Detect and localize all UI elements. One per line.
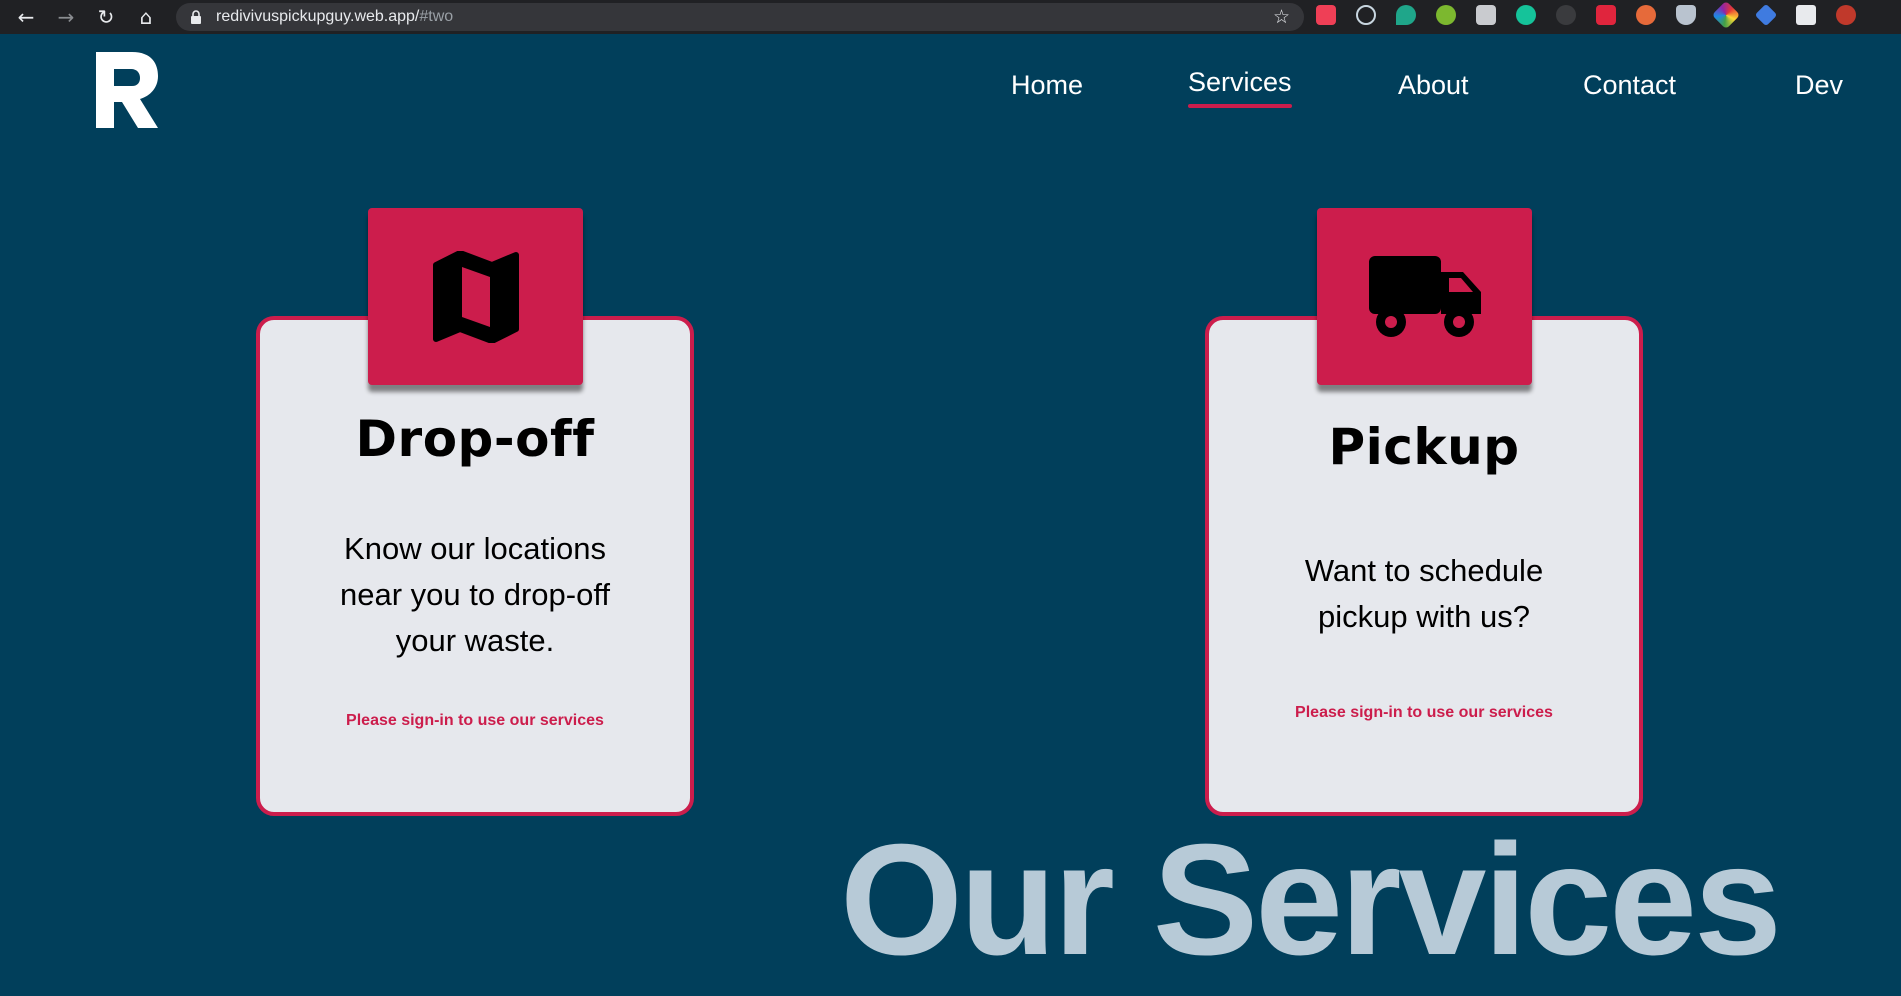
site-logo[interactable] [92,50,162,130]
video-extension-icon[interactable] [1596,5,1616,25]
address-bar[interactable]: redivivuspickupguy.web.app/ #two ☆ [176,3,1304,31]
forward-arrow-icon: → [57,5,75,29]
extensions-puzzle-icon[interactable] [1796,5,1816,25]
recycle-extension-icon[interactable] [1556,5,1576,25]
marker-extension-icon[interactable] [1396,5,1416,25]
cube-extension-icon[interactable] [1754,3,1778,27]
profile-avatar[interactable] [1836,5,1856,25]
extensions-bar [1316,0,1876,30]
home-button[interactable]: ⌂ [126,0,166,34]
nav-about-link[interactable]: About [1398,70,1469,101]
home-icon: ⌂ [139,5,153,29]
truck-icon [1368,255,1481,337]
dropoff-description: Know our locations near you to drop-off … [340,531,610,658]
nav-home-link[interactable]: Home [1011,70,1083,101]
dropoff-title: Drop-off [355,410,595,468]
url-host: redivivuspickupguy.web.app/ [216,8,420,25]
back-button[interactable]: ← [6,0,46,34]
reload-icon: ↻ [97,5,115,29]
eyes-extension-icon[interactable] [1636,5,1656,25]
reload-button[interactable]: ↻ [86,0,126,34]
react-devtools-extension-icon[interactable] [1356,5,1376,25]
plus-extension-icon[interactable] [1436,5,1456,25]
section-title: Our Services [840,812,1782,988]
bookmark-star-icon[interactable]: ☆ [1273,6,1290,29]
back-arrow-icon: ← [17,5,35,29]
color-picker-extension-icon[interactable] [1711,0,1741,30]
pickup-title: Pickup [1328,418,1520,476]
pickup-description: Want to schedule pickup with us? [1304,553,1544,634]
pickup-service-card[interactable]: Pickup Want to schedule pickup with us? … [1205,208,1643,816]
grammarly-extension-icon[interactable] [1516,5,1536,25]
dropoff-service-card[interactable]: Drop-off Know our locations near you to … [256,208,694,816]
nav-services-link[interactable]: Services [1188,67,1292,108]
reader-extension-icon[interactable] [1476,5,1496,25]
pickup-badge [1317,208,1532,385]
url-path: #two [419,8,454,25]
browser-toolbar: ← → ↻ ⌂ redivivuspickupguy.web.app/ #two… [0,0,1901,34]
nav-dev-link[interactable]: Dev [1795,70,1843,101]
dropoff-signin-prompt[interactable]: Please sign-in to use our services [260,712,690,730]
lock-icon [191,10,201,24]
map-icon [432,250,519,343]
nav-contact-link[interactable]: Contact [1583,70,1676,101]
pocket-extension-icon[interactable] [1316,5,1336,25]
shield-extension-icon[interactable] [1676,5,1696,25]
forward-button[interactable]: → [46,0,86,34]
dropoff-badge [368,208,583,385]
pickup-signin-prompt[interactable]: Please sign-in to use our services [1209,704,1639,722]
